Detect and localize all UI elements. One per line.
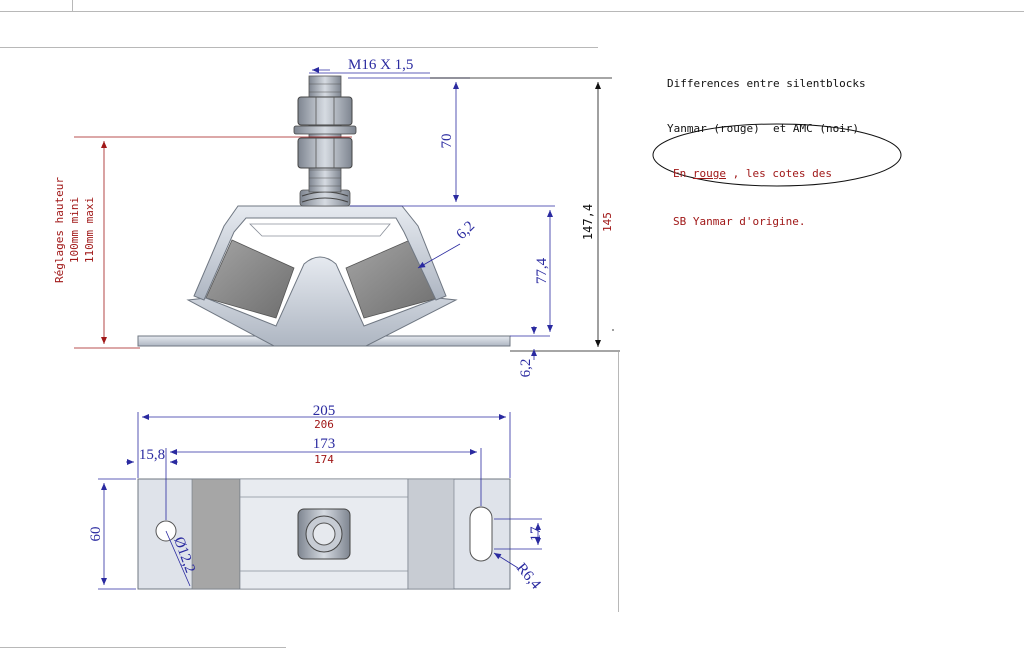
- slot-width: 17: [528, 526, 544, 542]
- wall-thickness: 6,2: [454, 218, 479, 243]
- mounting-slot: [469, 506, 493, 562]
- legend-line-1: En rouge , les cotes des: [673, 166, 832, 182]
- washer: [293, 125, 357, 135]
- legend-rest: , les cotes des: [726, 167, 832, 180]
- edge-offset: 15,8: [139, 447, 165, 463]
- legend-text: En rouge , les cotes des SB Yanmar d'ori…: [673, 134, 832, 246]
- rubber-band-right: [407, 478, 455, 590]
- adjust-line-1: Réglages hauteur: [53, 177, 66, 283]
- plate-width: 60: [88, 527, 104, 542]
- hole-spacing-yanmar: 174: [314, 453, 334, 466]
- plate-thickness: 6,2: [518, 359, 534, 378]
- top-view: [137, 478, 511, 590]
- stud-top: [312, 522, 336, 546]
- legend-prefix: En: [673, 167, 693, 180]
- bracket-window: [249, 223, 391, 237]
- side-view: [137, 75, 511, 347]
- total-height-yanmar: 145: [601, 212, 614, 232]
- total-height-amc: 147,4: [581, 204, 595, 240]
- adjust-line-2: 100mm mini: [68, 197, 81, 263]
- upper-nut: [297, 96, 353, 126]
- thread-spec: M16 X 1,5: [348, 57, 413, 73]
- hole-spacing-amc: 173: [313, 436, 336, 452]
- length-yanmar: 206: [314, 418, 334, 431]
- lower-nut: [297, 137, 353, 169]
- technical-drawing: M16 X 1,5 70 77,4 6,2 6,2 147,4 145 Régl…: [0, 0, 1024, 648]
- legend-word: rouge: [692, 167, 726, 180]
- length-amc: 205: [313, 403, 336, 419]
- stud-height: 70: [439, 134, 455, 149]
- slot-radius: R6,4: [513, 560, 544, 593]
- notes-title-line-1: Differences entre silentblocks: [667, 77, 866, 90]
- rubber-band: [191, 478, 241, 590]
- adjust-line-3: 110mm maxi: [83, 197, 96, 263]
- body-height: 77,4: [534, 257, 550, 284]
- legend-line-2: SB Yanmar d'origine.: [673, 215, 806, 228]
